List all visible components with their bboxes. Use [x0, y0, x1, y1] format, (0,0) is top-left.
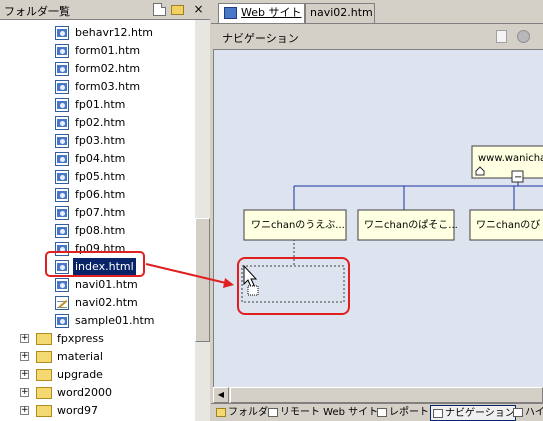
scroll-left-icon[interactable]: ◀	[213, 387, 229, 403]
scrollbar-thumb[interactable]	[195, 218, 210, 342]
remote-site-icon	[268, 408, 278, 417]
new-page-icon[interactable]	[153, 3, 166, 16]
view-reports-button[interactable]: レポート	[375, 405, 429, 421]
scrollbar-thumb[interactable]	[230, 387, 543, 403]
target-highlight-callout	[237, 257, 350, 315]
html-file-icon	[55, 80, 69, 94]
website-icon	[224, 7, 237, 19]
html-file-icon	[55, 206, 69, 220]
folder-icon	[216, 408, 226, 417]
folder-list-header: フォルダ一覧 ×	[0, 0, 210, 20]
navigation-horizontal-scrollbar[interactable]: ◀	[213, 387, 543, 403]
folder-vertical-scrollbar[interactable]	[195, 20, 210, 421]
file-name: fp06.htm	[75, 188, 126, 201]
nav-node-child[interactable]: ワニchanのび	[469, 209, 543, 241]
edit-file-icon	[55, 296, 69, 310]
tab-navi02-label: navi02.htm	[310, 6, 373, 19]
navigation-icon	[433, 409, 443, 418]
html-file-icon	[55, 26, 69, 40]
expand-icon[interactable]: +	[20, 352, 29, 361]
folder-name: upgrade	[57, 368, 103, 381]
view-folders-label: フォルダ	[228, 407, 268, 418]
html-file-icon	[55, 278, 69, 292]
html-file-icon	[55, 170, 69, 184]
nav-node-child[interactable]: ワニchanのぱそこ...	[357, 209, 458, 241]
view-switcher-bar: フォルダ リモート Web サイト レポート ナビゲーション ハイ	[211, 403, 543, 421]
hyperlink-icon	[513, 408, 523, 417]
collapse-glyph: −	[514, 172, 522, 183]
file-name: navi01.htm	[75, 278, 138, 291]
folder-icon	[36, 333, 52, 345]
nav-node-label: ワニchanのぱそこ...	[364, 219, 458, 231]
file-name: fp03.htm	[75, 134, 126, 147]
file-name: form03.htm	[75, 80, 141, 93]
html-file-icon	[55, 314, 69, 328]
person-icon[interactable]	[517, 30, 530, 43]
view-hyperlinks-label: ハイ	[525, 407, 543, 418]
folder-name: fpxpress	[57, 332, 104, 345]
navigation-view-header: ナビゲーション	[211, 26, 543, 48]
file-name: sample01.htm	[75, 314, 155, 327]
folder-name: word97	[57, 404, 99, 417]
folder-name: material	[57, 350, 103, 363]
new-page-icon[interactable]	[496, 30, 507, 43]
html-file-icon	[55, 224, 69, 238]
folder-icon	[36, 405, 52, 417]
tab-navi02[interactable]: navi02.htm	[305, 3, 375, 23]
view-navigation-button[interactable]: ナビゲーション	[430, 405, 516, 421]
new-folder-icon[interactable]	[171, 5, 184, 15]
folder-icon	[36, 387, 52, 399]
file-name: fp01.htm	[75, 98, 126, 111]
html-file-icon	[55, 134, 69, 148]
expand-icon[interactable]: +	[20, 406, 29, 415]
expand-icon[interactable]: +	[20, 334, 29, 343]
tab-website-label: Web サイト	[241, 6, 302, 19]
folder-icon	[36, 351, 52, 363]
expand-icon[interactable]: +	[20, 370, 29, 379]
view-remote-website-button[interactable]: リモート Web サイト	[266, 405, 378, 421]
file-name: navi02.htm	[75, 296, 138, 309]
nav-node-label: www.wanicha	[478, 153, 543, 164]
html-file-icon	[55, 62, 69, 76]
file-name: form02.htm	[75, 62, 141, 75]
file-name: fp08.htm	[75, 224, 126, 237]
file-name: behavr12.htm	[75, 26, 153, 39]
folder-list-pane: フォルダ一覧 × behavr12.htm form01.htm form02.…	[0, 0, 210, 421]
nav-node-root[interactable]: www.wanicha −	[471, 145, 543, 183]
nav-node-child[interactable]: ワニchanのうえぶ...	[243, 209, 347, 241]
html-file-icon	[55, 152, 69, 166]
source-highlight-callout	[45, 251, 145, 277]
view-folders-button[interactable]: フォルダ	[214, 405, 268, 421]
file-name: form01.htm	[75, 44, 141, 57]
document-tab-bar: Web サイト navi02.htm	[211, 0, 543, 24]
folder-name: word2000	[57, 386, 113, 399]
html-file-icon	[55, 116, 69, 130]
close-icon[interactable]: ×	[192, 3, 205, 16]
report-icon	[377, 408, 387, 417]
view-navigation-label: ナビゲーション	[445, 408, 515, 419]
file-name: fp05.htm	[75, 170, 126, 183]
view-hyperlinks-button[interactable]: ハイ	[511, 405, 543, 421]
html-file-icon	[55, 98, 69, 112]
view-reports-label: レポート	[389, 407, 429, 418]
navigation-structure: www.wanicha − ワニchanのうえぶ... ワニchanのぱそこ..…	[241, 145, 543, 303]
folder-icon	[36, 369, 52, 381]
view-remote-label: リモート Web サイト	[280, 407, 379, 418]
html-file-icon	[55, 188, 69, 202]
nav-node-label: ワニchanのび	[476, 219, 540, 231]
file-name: fp02.htm	[75, 116, 126, 129]
folder-list-title: フォルダ一覧	[4, 5, 70, 18]
file-name: fp07.htm	[75, 206, 126, 219]
file-name: fp04.htm	[75, 152, 126, 165]
nav-node-label: ワニchanのうえぶ...	[251, 219, 345, 231]
tab-website[interactable]: Web サイト	[218, 3, 305, 23]
html-file-icon	[55, 44, 69, 58]
navigation-view-title: ナビゲーション	[222, 32, 299, 45]
expand-icon[interactable]: +	[20, 388, 29, 397]
navigation-canvas[interactable]: www.wanicha − ワニchanのうえぶ... ワニchanのぱそこ..…	[213, 49, 543, 387]
file-tree: behavr12.htm form01.htm form02.htm form0…	[0, 20, 195, 421]
